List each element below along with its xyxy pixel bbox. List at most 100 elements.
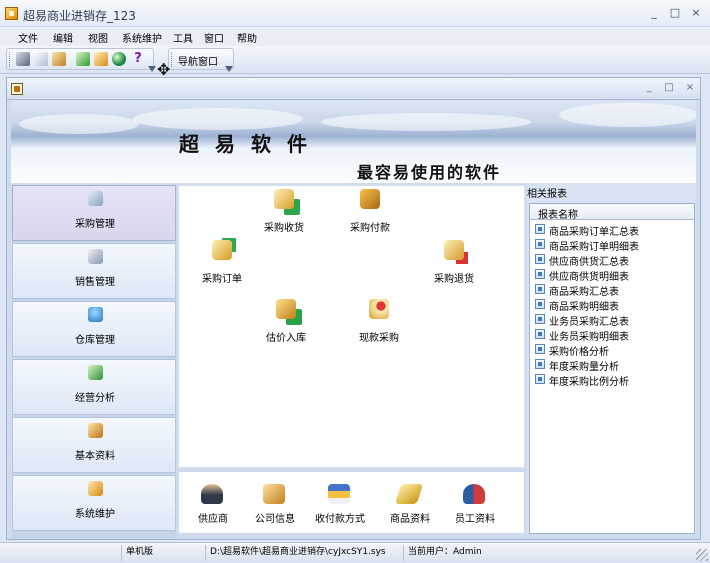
child-minimize-button[interactable]: _ <box>642 81 656 95</box>
report-label: 商品采购订单汇总表 <box>549 227 639 238</box>
function-canvas: 采购收货 采购付款 采购订单 采购退货 估价入库 现款采购 <box>178 185 525 468</box>
purchase-receive-button[interactable]: 采购收货 <box>248 189 320 239</box>
menu-bar: 文件 编辑 视图 系统维护 工具 窗口 帮助 <box>0 27 710 46</box>
refresh-icon[interactable] <box>76 52 90 66</box>
report-label: 商品采购汇总表 <box>549 287 619 298</box>
sales-icon <box>88 249 103 264</box>
product-banner: 超易软件 最容易使用的软件 <box>11 101 696 183</box>
menu-view[interactable]: 视图 <box>88 30 108 45</box>
menu-help[interactable]: 帮助 <box>237 30 257 45</box>
report-item[interactable]: 采购价格分析 <box>535 342 695 358</box>
function-label: 采购退货 <box>434 274 474 285</box>
report-icon <box>535 299 545 309</box>
cut-icon[interactable] <box>16 52 30 66</box>
close-button[interactable]: × <box>688 5 704 21</box>
sidebar-item-basic-data[interactable]: 基本资料 <box>12 417 176 473</box>
menu-tools[interactable]: 工具 <box>173 30 193 45</box>
chart-icon[interactable] <box>94 52 108 66</box>
module-sidebar: 采购管理 销售管理 仓库管理 经营分析 基本资料 系统维护 <box>12 185 176 538</box>
status-empty-cell <box>4 545 122 561</box>
report-item[interactable]: 业务员采购汇总表 <box>535 312 695 328</box>
paste-icon[interactable] <box>52 52 66 66</box>
sidebar-item-label: 采购管理 <box>75 219 115 230</box>
product-data-shortcut[interactable]: 商品资料 <box>374 484 446 529</box>
company-info-icon <box>263 484 285 504</box>
function-label: 采购付款 <box>350 223 390 234</box>
resize-grip-icon[interactable] <box>696 549 708 561</box>
toolbar-grip[interactable] <box>9 52 12 67</box>
nav-toolbar-chevron-icon[interactable] <box>225 66 233 72</box>
function-label: 采购订单 <box>202 274 242 285</box>
purchase-return-button[interactable]: 采购退货 <box>418 240 490 290</box>
toolbar-row: ? 导航窗口 <box>0 46 710 74</box>
shortcut-label: 公司信息 <box>255 514 295 525</box>
report-item[interactable]: 供应商供货明细表 <box>535 267 695 283</box>
menu-system-maintenance[interactable]: 系统维护 <box>122 30 162 45</box>
reports-list[interactable]: 报表名称 商品采购订单汇总表 商品采购订单明细表 供应商供货汇总表 供应商供货明… <box>529 203 695 534</box>
estimated-stock-in-button[interactable]: 估价入库 <box>250 299 322 349</box>
menu-window[interactable]: 窗口 <box>204 30 224 45</box>
child-window-icon <box>11 83 23 95</box>
banner-cloud <box>321 113 531 131</box>
report-item[interactable]: 供应商供货汇总表 <box>535 252 695 268</box>
nav-window-button[interactable]: 导航窗口 <box>178 53 218 68</box>
report-item[interactable]: 年度采购比例分析 <box>535 372 695 388</box>
employee-data-shortcut[interactable]: 员工资料 <box>439 484 511 529</box>
sidebar-item-purchase-management[interactable]: 采购管理 <box>12 185 176 241</box>
report-name-column-header[interactable]: 报表名称 <box>530 204 694 221</box>
report-icon <box>535 269 545 279</box>
sidebar-item-sales-management[interactable]: 销售管理 <box>12 243 176 299</box>
menu-file[interactable]: 文件 <box>18 30 38 45</box>
sidebar-item-system-maintenance[interactable]: 系统维护 <box>12 475 176 531</box>
supplier-icon <box>201 484 223 504</box>
app-title-bar[interactable]: 超易商业进销存_123 _ □ × <box>0 0 710 27</box>
purchase-return-icon <box>444 240 464 260</box>
payment-method-icon <box>328 484 350 504</box>
related-reports-panel: 相关报表 报表名称 商品采购订单汇总表 商品采购订单明细表 供应商供货汇总表 供… <box>527 183 696 534</box>
menu-edit[interactable]: 编辑 <box>53 30 73 45</box>
report-icon <box>535 374 545 384</box>
sidebar-item-warehouse-management[interactable]: 仓库管理 <box>12 301 176 357</box>
report-item[interactable]: 商品采购明细表 <box>535 297 695 313</box>
report-label: 商品采购明细表 <box>549 302 619 313</box>
child-close-button[interactable]: × <box>683 81 697 95</box>
function-label: 现款采购 <box>359 333 399 344</box>
navigation-toolbar: 导航窗口 <box>168 48 234 72</box>
minimize-button[interactable]: _ <box>646 5 662 21</box>
function-label: 估价入库 <box>266 333 306 344</box>
status-bar: 单机版 D:\超易软件\超易商业进销存\cyJxcSY1.sys 当前用户：Ad… <box>0 542 710 563</box>
child-maximize-button[interactable]: □ <box>662 81 676 95</box>
report-icon <box>535 239 545 249</box>
banner-title: 超易软件 <box>179 132 323 156</box>
report-icon <box>535 284 545 294</box>
maximize-button[interactable]: □ <box>667 5 683 21</box>
company-info-shortcut[interactable]: 公司信息 <box>239 484 311 529</box>
copy-icon[interactable] <box>34 52 48 66</box>
purchase-icon <box>88 191 103 206</box>
purchase-payment-button[interactable]: 采购付款 <box>334 189 406 239</box>
report-label: 供应商供货明细表 <box>549 272 629 283</box>
report-item[interactable]: 商品采购订单明细表 <box>535 237 695 253</box>
sidebar-item-label: 仓库管理 <box>75 335 115 346</box>
stock-in-icon <box>276 299 296 319</box>
payment-method-shortcut[interactable]: 收付款方式 <box>304 484 376 529</box>
report-icon <box>535 344 545 354</box>
toolbar-overflow-chevron-icon[interactable] <box>148 66 156 72</box>
report-icon <box>535 254 545 264</box>
report-item[interactable]: 商品采购汇总表 <box>535 282 695 298</box>
app-icon <box>5 7 18 20</box>
report-icon <box>535 314 545 324</box>
report-item[interactable]: 年度采购量分析 <box>535 357 695 373</box>
sidebar-item-business-analysis[interactable]: 经营分析 <box>12 359 176 415</box>
report-item[interactable]: 商品采购订单汇总表 <box>535 222 695 238</box>
sidebar-item-label: 基本资料 <box>75 451 115 462</box>
child-window-title-bar[interactable]: _ □ × <box>7 78 700 100</box>
help-icon[interactable]: ? <box>131 52 145 66</box>
banner-cloud <box>19 114 139 134</box>
report-item[interactable]: 业务员采购明细表 <box>535 327 695 343</box>
globe-icon[interactable] <box>112 52 126 66</box>
cash-purchase-button[interactable]: 现款采购 <box>343 299 415 349</box>
sidebar-item-label: 经营分析 <box>75 393 115 404</box>
sidebar-item-label: 系统维护 <box>75 509 115 520</box>
purchase-order-button[interactable]: 采购订单 <box>186 240 258 290</box>
